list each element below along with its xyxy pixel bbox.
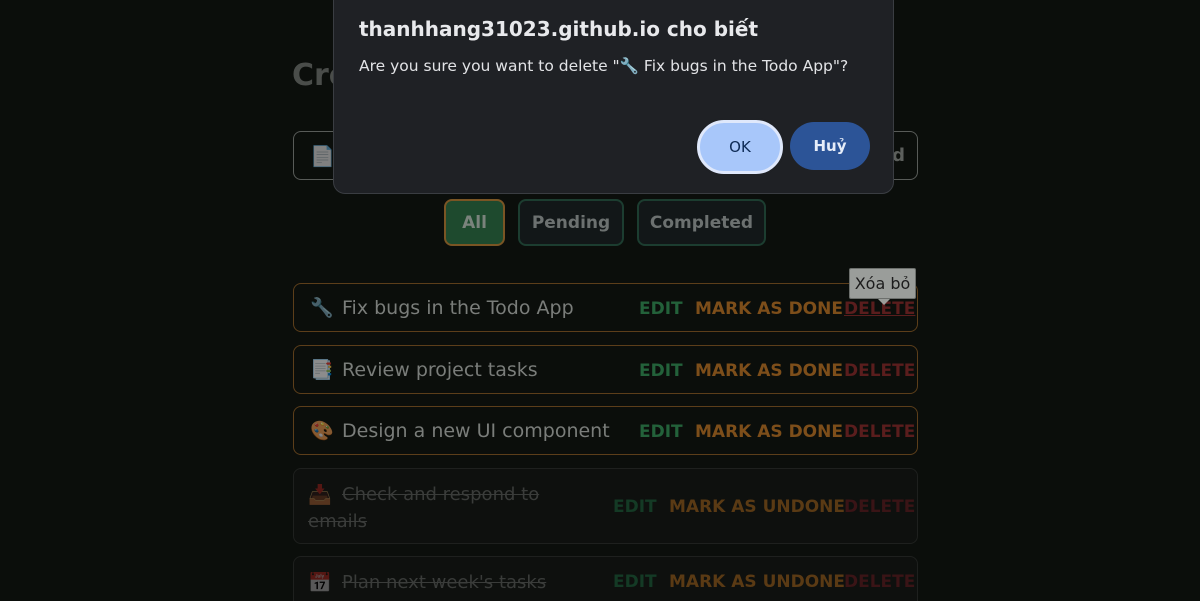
todo-app: Cre 📄 d All Pending Completed 🔧 Fix bugs… (0, 0, 1200, 601)
dialog-message: Are you sure you want to delete "🔧 Fix b… (359, 57, 849, 75)
todo-item: 📑 Review project tasks EDIT MARK AS DONE… (293, 345, 918, 394)
todo-item: 🎨 Design a new UI component EDIT MARK AS… (293, 406, 918, 455)
edit-button[interactable]: EDIT (639, 361, 683, 381)
mark-done-button[interactable]: MARK AS DONE (695, 361, 843, 381)
todo-item: 📥 Check and respond to emails EDIT MARK … (293, 468, 918, 544)
add-task-button[interactable]: d (892, 145, 905, 166)
delete-button[interactable]: DELETE (844, 422, 915, 442)
delete-button[interactable]: DELETE (844, 572, 915, 592)
wrench-icon: 🔧 (310, 297, 334, 319)
delete-button[interactable]: DELETE (844, 361, 915, 381)
filter-all-button[interactable]: All (444, 199, 505, 246)
filter-pending-button[interactable]: Pending (518, 199, 624, 246)
ok-button[interactable]: OK (697, 120, 783, 174)
delete-button[interactable]: DELETE (844, 497, 915, 517)
dialog-title: thanhhang31023.github.io cho biết (359, 17, 759, 41)
todo-text: Design a new UI component (342, 420, 610, 442)
todo-text: Check and respond to emails (308, 484, 540, 532)
mark-done-button[interactable]: MARK AS DONE (695, 422, 843, 442)
todo-item: 🔧 Fix bugs in the Todo App EDIT MARK AS … (293, 283, 918, 332)
edit-button[interactable]: EDIT (639, 299, 683, 319)
delete-tooltip: Xóa bỏ (849, 268, 916, 299)
document-icon: 📑 (310, 359, 334, 381)
mark-undone-button[interactable]: MARK AS UNDONE (669, 572, 845, 592)
todo-text: Fix bugs in the Todo App (342, 297, 574, 319)
memo-icon: 📄 (310, 144, 335, 168)
edit-button[interactable]: EDIT (639, 422, 683, 442)
filter-completed-button[interactable]: Completed (637, 199, 766, 246)
confirm-dialog: thanhhang31023.github.io cho biết Are yo… (333, 0, 894, 194)
palette-icon: 🎨 (310, 420, 334, 442)
cancel-button[interactable]: Huỷ (790, 122, 870, 170)
todo-item: 📅 Plan next week's tasks EDIT MARK AS UN… (293, 556, 918, 601)
mark-done-button[interactable]: MARK AS DONE (695, 299, 843, 319)
todo-text: Plan next week's tasks (342, 572, 547, 593)
mark-undone-button[interactable]: MARK AS UNDONE (669, 497, 845, 517)
todo-text: Review project tasks (342, 359, 538, 381)
edit-button[interactable]: EDIT (613, 572, 657, 592)
tooltip-arrow (878, 299, 890, 305)
edit-button[interactable]: EDIT (613, 497, 657, 517)
